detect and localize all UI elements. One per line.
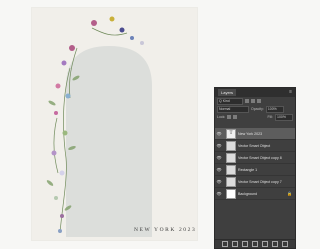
lock-icon: 🔒 [287,191,292,196]
adjustment-icon[interactable] [252,241,258,247]
lock-icon[interactable] [227,115,232,119]
layer-list: 👁 T New York 2023 👁 Vector Smart Object … [215,128,295,200]
artwork-card: NEW YORK 2023 [32,8,197,240]
filter-icon[interactable] [257,99,261,103]
link-icon[interactable] [222,241,228,247]
trash-icon[interactable] [282,241,288,247]
layer-row[interactable]: 👁 Background 🔒 [215,188,295,200]
blend-mode-select[interactable]: Normal [217,105,249,113]
lock-label: Lock: [217,115,226,119]
panel-menu-icon[interactable]: ≡ [289,90,292,95]
filter-icon[interactable] [245,99,249,103]
layer-name: Vector Smart Object copy 7 [238,179,282,184]
layer-name: Vector Smart Object [238,143,271,148]
eye-icon[interactable]: 👁 [215,167,223,172]
filter-row: Q Kind [215,97,295,105]
text-layer-thumb: T [226,128,236,139]
smart-object-thumb [226,152,236,163]
eye-icon[interactable]: 👁 [215,143,223,148]
blend-row: Normal Opacity: 100% [215,105,295,113]
layers-panel: Layers ≡ Q Kind Normal Opacity: 100% Loc… [214,87,296,249]
fill-label: Fill: [267,115,273,119]
artwork-svg [46,16,152,237]
panel-header: Layers ≡ [215,88,295,97]
shape-thumb [226,164,236,175]
mask-icon[interactable] [242,241,248,247]
folder-icon[interactable] [262,241,268,247]
caption-text: NEW YORK 2023 [134,227,197,233]
layer-row[interactable]: 👁 T New York 2023 [215,128,295,140]
lock-icon[interactable] [233,115,238,119]
opacity-label: Opacity: [251,107,264,111]
smart-object-thumb [226,176,236,187]
smart-object-thumb [226,140,236,151]
arch-window [66,46,152,237]
eye-icon[interactable]: 👁 [215,131,223,136]
eye-icon[interactable]: 👁 [215,191,223,196]
fx-icon[interactable] [232,241,238,247]
layer-row[interactable]: 👁 Vector Smart Object copy 8 [215,152,295,164]
kind-filter[interactable]: Q Kind [217,97,243,105]
fill-input[interactable]: 100% [275,113,293,121]
layer-row[interactable]: 👁 Rectangle 1 [215,164,295,176]
layer-name: New York 2023 [238,131,263,136]
filter-icon[interactable] [251,99,255,103]
layer-row[interactable]: 👁 Vector Smart Object copy 7 [215,176,295,188]
layer-name: Vector Smart Object copy 8 [238,155,282,160]
eye-icon[interactable]: 👁 [215,179,223,184]
lock-row: Lock: Fill: 100% [215,113,295,121]
layer-name: Rectangle 1 [238,167,258,172]
panel-footer [215,239,295,248]
layers-tab[interactable]: Layers [218,89,237,96]
new-layer-icon[interactable] [272,241,278,247]
background-thumb [226,188,236,199]
eye-icon[interactable]: 👁 [215,155,223,160]
opacity-input[interactable]: 100% [265,105,284,113]
layer-row[interactable]: 👁 Vector Smart Object [215,140,295,152]
layer-name: Background [238,191,258,196]
